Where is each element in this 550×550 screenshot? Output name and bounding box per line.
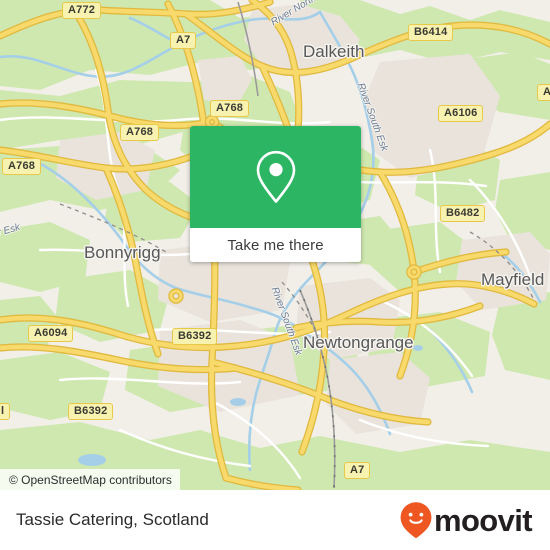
moovit-wordmark: moovit	[433, 502, 533, 538]
place-label-dalkeith: Dalkeith	[303, 42, 365, 61]
footer-bar: Tassie Catering, Scotland moovit	[0, 490, 550, 550]
road-shield: A768	[120, 124, 160, 141]
map-canvas[interactable]: A772 A7 B6414 A768 A6106 A768 A A768 B64…	[0, 0, 550, 490]
map-pin-icon	[256, 150, 295, 203]
take-me-there-card[interactable]: Take me there	[190, 126, 361, 262]
take-me-there-button[interactable]: Take me there	[190, 228, 361, 262]
card-pin-area	[190, 126, 361, 228]
road-shield: B6482	[440, 205, 486, 222]
place-label-newtongrange: Newtongrange	[303, 333, 414, 352]
road-shield: A6106	[438, 105, 484, 122]
road-shield: A7	[344, 462, 371, 479]
road-shield: B6392	[68, 403, 114, 420]
road-shield: A768	[2, 158, 42, 175]
map-attribution[interactable]: © OpenStreetMap contributors	[0, 469, 180, 490]
take-me-there-label: Take me there	[227, 236, 324, 254]
moovit-location-card-screenshot: A772 A7 B6414 A768 A6106 A768 A A768 B64…	[0, 0, 550, 550]
road-shield: A	[537, 84, 550, 101]
road-shield: A768	[210, 100, 250, 117]
road-shield: A6094	[28, 325, 74, 342]
moovit-smiley-pin-icon	[400, 502, 432, 539]
location-title: Tassie Catering, Scotland	[16, 510, 209, 529]
place-label-mayfield: Mayfield	[481, 270, 545, 289]
road-shield: l	[0, 403, 11, 420]
place-label-bonnyrigg: Bonnyrigg	[84, 243, 161, 262]
road-shield: B6414	[408, 24, 454, 41]
road-shield: B6392	[172, 328, 218, 345]
road-shield: A7	[170, 32, 197, 49]
road-shield: A772	[62, 2, 102, 19]
moovit-logo[interactable]: moovit	[399, 501, 533, 539]
